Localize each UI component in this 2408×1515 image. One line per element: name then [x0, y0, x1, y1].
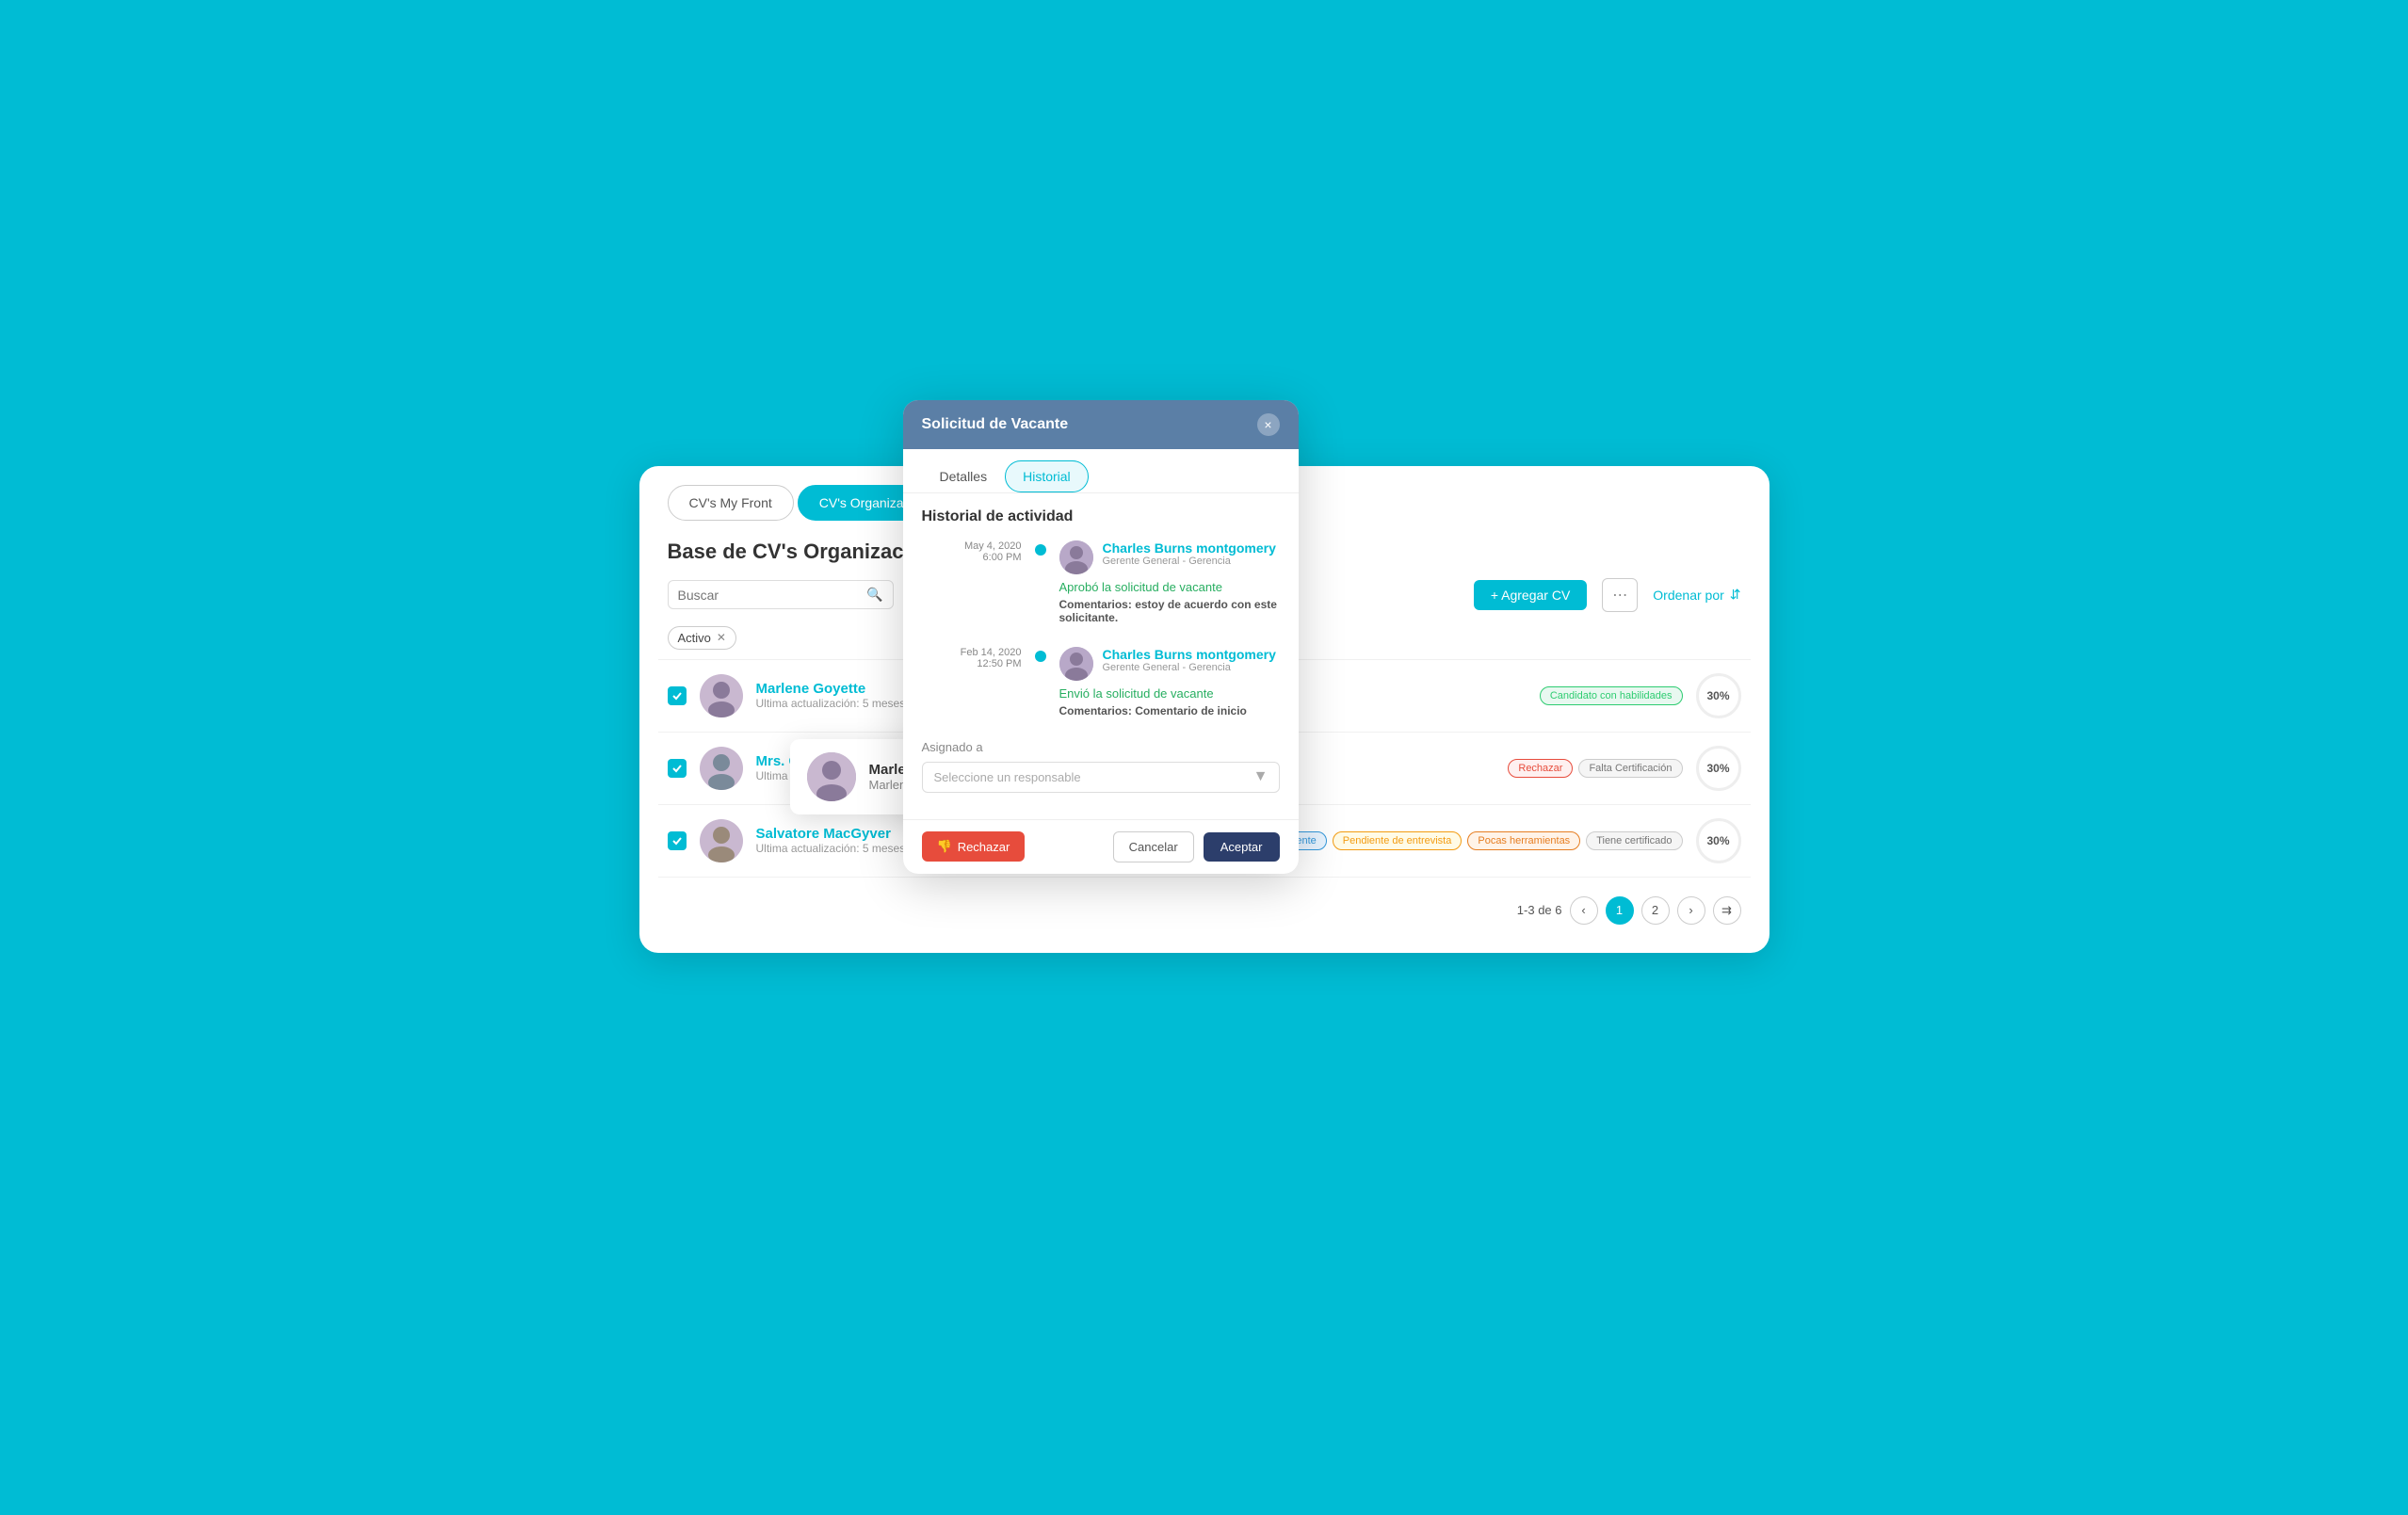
timeline-action: Aprobó la solicitud de vacante [1059, 580, 1280, 594]
search-input[interactable] [678, 588, 860, 603]
timeline-date-col: May 4, 2020 6:00 PM [937, 540, 1022, 624]
reject-button[interactable]: 👎 Rechazar [922, 831, 1026, 862]
pagination-summary: 1-3 de 6 [1517, 903, 1562, 917]
page-2[interactable]: 2 [1641, 896, 1670, 925]
modal-body: Historial de actividad May 4, 2020 6:00 … [903, 493, 1299, 819]
more-options-button[interactable]: ⋯ [1602, 578, 1638, 612]
badge-tools: Pocas herramientas [1467, 831, 1580, 850]
badge-cert: Falta Certificación [1578, 759, 1682, 778]
modal-footer: 👎 Rechazar Cancelar Aceptar [903, 819, 1299, 874]
right-actions: + Agregar CV ⋯ Ordenar por ⇵ [1474, 578, 1741, 612]
modal-title: Solicitud de Vacante [922, 416, 1069, 433]
avatar-silhouette [700, 747, 743, 790]
sort-icon: ⇵ [1730, 587, 1741, 603]
timeline-comment: Comentarios: estoy de acuerdo con este s… [1059, 598, 1280, 624]
modal-close-button[interactable]: × [1257, 413, 1280, 436]
modal-tabs: Detalles Historial [903, 449, 1299, 493]
badge-cert: Tiene certificado [1586, 831, 1682, 850]
avatar-silhouette [700, 819, 743, 862]
percent-circle: 30% [1696, 673, 1741, 718]
timeline-person-role: Gerente General - Gerencia [1103, 662, 1276, 673]
timeline-item: May 4, 2020 6:00 PM [937, 540, 1280, 624]
tab-my-front[interactable]: CV's My Front [668, 485, 794, 521]
check-icon [671, 690, 683, 701]
timeline-time: 12:50 PM [946, 658, 1022, 669]
timeline-date-col: Feb 14, 2020 12:50 PM [937, 647, 1022, 717]
timeline-avatar [1059, 540, 1093, 574]
modal-overlay: Solicitud de Vacante × Detalles Historia… [903, 400, 1299, 874]
accept-button[interactable]: Aceptar [1204, 832, 1280, 862]
timeline: May 4, 2020 6:00 PM [922, 540, 1280, 717]
timeline-person-name: Charles Burns montgomery [1103, 540, 1276, 556]
avatar-silhouette [700, 674, 743, 717]
page-1[interactable]: 1 [1606, 896, 1634, 925]
timeline-content: Charles Burns montgomery Gerente General… [1059, 540, 1280, 624]
tooltip-avatar [807, 752, 856, 801]
search-icon[interactable]: 🔍 [866, 587, 882, 603]
badge-candidate: Candidato con habilidades [1540, 686, 1683, 705]
timeline-person-name: Charles Burns montgomery [1103, 647, 1276, 662]
timeline-avatar-img [1059, 540, 1093, 574]
cv-avatar [700, 674, 743, 717]
select-wrapper: Seleccione un responsable ▼ [922, 762, 1280, 793]
timeline-comment: Comentarios: Comentario de inicio [1059, 704, 1280, 717]
check-icon [671, 835, 683, 846]
badges: Rechazar Falta Certificación [1508, 759, 1682, 778]
row-checkbox[interactable] [668, 686, 687, 705]
timeline-person-role: Gerente General - Gerencia [1103, 556, 1276, 567]
timeline-dot [1035, 651, 1046, 662]
page-next[interactable]: › [1677, 896, 1705, 925]
timeline-time: 6:00 PM [946, 552, 1022, 563]
timeline-item: Feb 14, 2020 12:50 PM [937, 647, 1280, 717]
row-checkbox[interactable] [668, 759, 687, 778]
timeline-person: Charles Burns montgomery Gerente General… [1059, 647, 1280, 681]
history-title: Historial de actividad [922, 508, 1280, 525]
badges: Candidato con habilidades [1540, 686, 1683, 705]
timeline-content: Charles Burns montgomery Gerente General… [1059, 647, 1280, 717]
timeline-person: Charles Burns montgomery Gerente General… [1059, 540, 1280, 574]
thumbs-down-icon: 👎 [937, 839, 952, 854]
modal-tab-history[interactable]: Historial [1005, 460, 1089, 492]
cv-avatar [700, 819, 743, 862]
search-box[interactable]: 🔍 [668, 580, 894, 609]
modal-header: Solicitud de Vacante × [903, 400, 1299, 449]
timeline-date: May 4, 2020 [946, 540, 1022, 552]
tooltip-avatar-image [807, 752, 856, 801]
badge-interview: Pendiente de entrevista [1333, 831, 1463, 850]
responsible-select[interactable]: Seleccione un responsable [922, 762, 1280, 793]
remove-filter-icon[interactable]: ✕ [717, 631, 726, 644]
pagination: 1-3 de 6 ‹ 1 2 › ⇉ [639, 878, 1770, 925]
timeline-dot [1035, 544, 1046, 556]
modal-tab-details[interactable]: Detalles [922, 460, 1006, 492]
cv-avatar [700, 747, 743, 790]
timeline-avatar [1059, 647, 1093, 681]
percent-circle: 30% [1696, 818, 1741, 863]
assigned-section: Asignado a Seleccione un responsable ▼ [922, 740, 1280, 804]
filter-tag-activo: Activo ✕ [668, 626, 736, 650]
percent-circle: 30% [1696, 746, 1741, 791]
page-prev-start[interactable]: ‹ [1570, 896, 1598, 925]
timeline-action: Envió la solicitud de vacante [1059, 686, 1280, 701]
check-icon [671, 763, 683, 774]
page-last[interactable]: ⇉ [1713, 896, 1741, 925]
timeline-person-info: Charles Burns montgomery Gerente General… [1103, 647, 1276, 673]
timeline-date: Feb 14, 2020 [946, 647, 1022, 658]
timeline-person-info: Charles Burns montgomery Gerente General… [1103, 540, 1276, 567]
row-checkbox[interactable] [668, 831, 687, 850]
cancel-button[interactable]: Cancelar [1113, 831, 1194, 862]
add-cv-button[interactable]: + Agregar CV [1474, 580, 1587, 610]
badge-reject: Rechazar [1508, 759, 1573, 778]
assigned-label: Asignado a [922, 740, 1280, 754]
timeline-avatar-img [1059, 647, 1093, 681]
order-by-button[interactable]: Ordenar por ⇵ [1653, 587, 1740, 603]
